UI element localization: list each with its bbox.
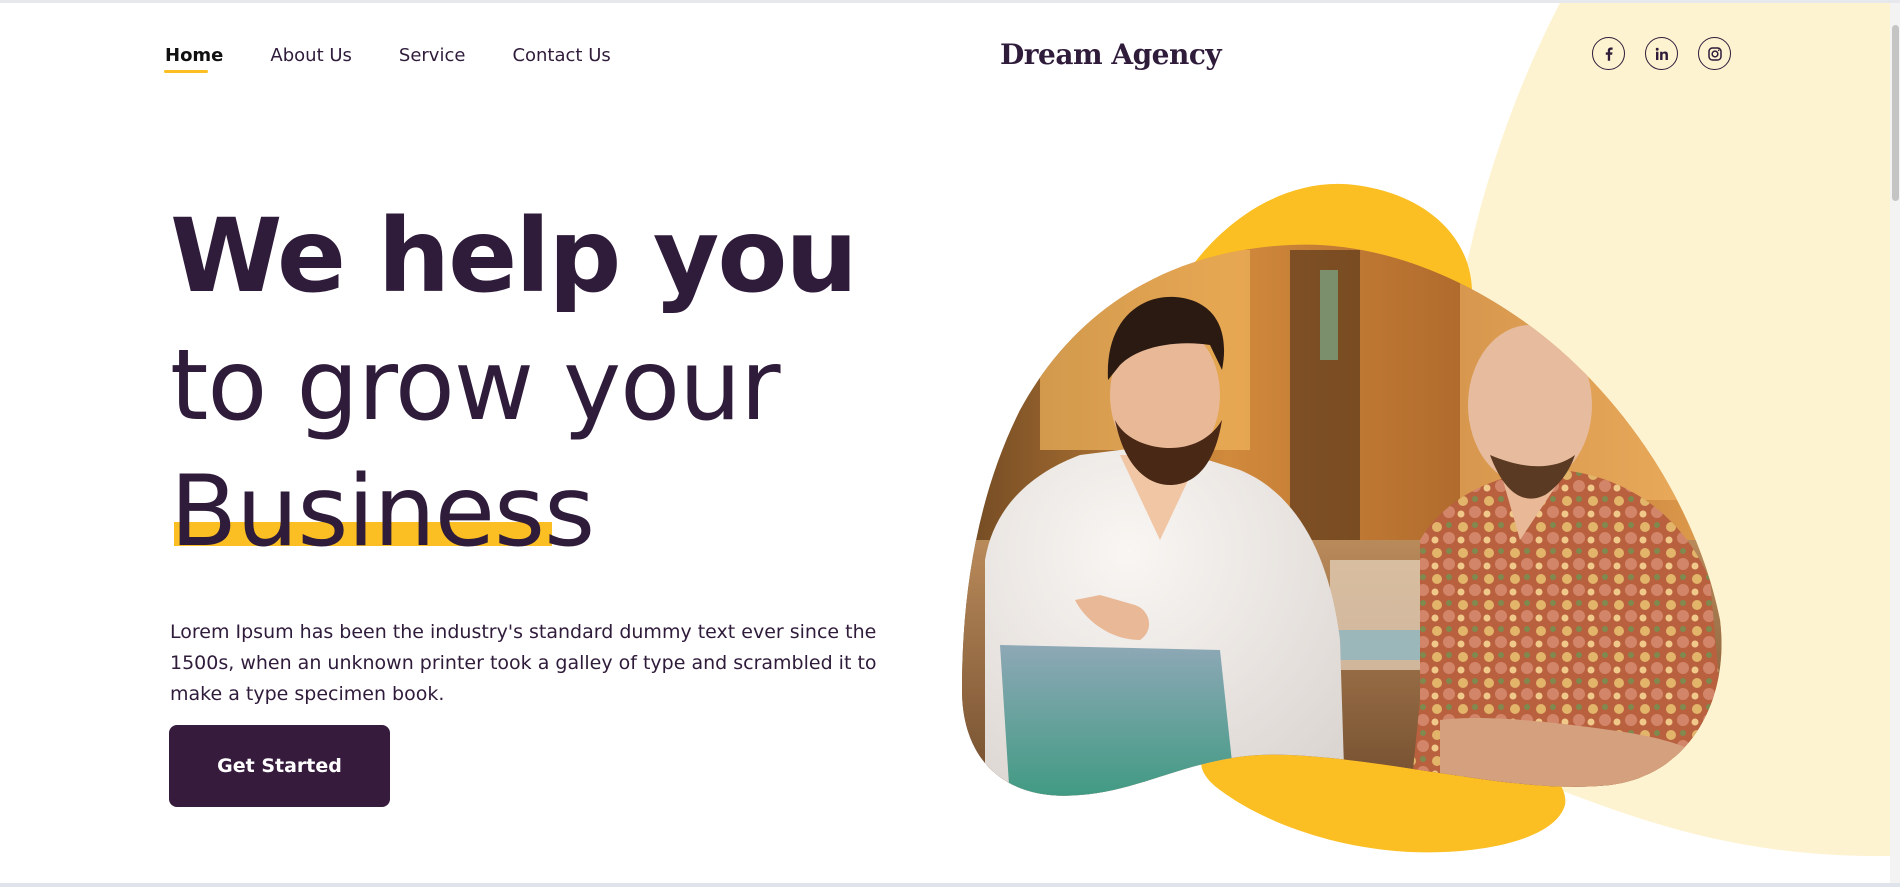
nav-service[interactable]: Service bbox=[399, 44, 466, 68]
page-scrollbar[interactable] bbox=[1890, 3, 1900, 883]
linkedin-icon bbox=[1655, 47, 1668, 60]
nav-home[interactable]: Home bbox=[163, 44, 223, 73]
hero-description: Lorem Ipsum has been the industry's stan… bbox=[170, 621, 877, 705]
hero-heading-line-1: We help you bbox=[170, 197, 858, 316]
window-bottom-border bbox=[0, 883, 1900, 887]
get-started-button[interactable]: Get Started bbox=[169, 725, 390, 807]
brand-logo[interactable]: Dream Agency bbox=[1000, 38, 1222, 71]
nav-about-us[interactable]: About Us bbox=[270, 44, 352, 68]
nav-contact-us[interactable]: Contact Us bbox=[512, 44, 610, 68]
scrollbar-thumb[interactable] bbox=[1892, 25, 1899, 201]
instagram-icon bbox=[1707, 46, 1722, 61]
hero-heading-line-3-wrapper: Business bbox=[170, 452, 595, 572]
hero-heading-line-2: to grow your bbox=[170, 329, 780, 443]
linkedin-link[interactable] bbox=[1645, 37, 1678, 70]
facebook-link[interactable] bbox=[1592, 37, 1625, 70]
facebook-icon bbox=[1605, 46, 1613, 61]
hero-heading-line-3: Business bbox=[170, 455, 595, 569]
main-nav: Home About Us Service Contact Us bbox=[163, 44, 658, 73]
window-top-border bbox=[0, 0, 1900, 3]
instagram-link[interactable] bbox=[1698, 37, 1731, 70]
hero-photo bbox=[962, 244, 1722, 796]
social-links bbox=[1592, 37, 1751, 70]
